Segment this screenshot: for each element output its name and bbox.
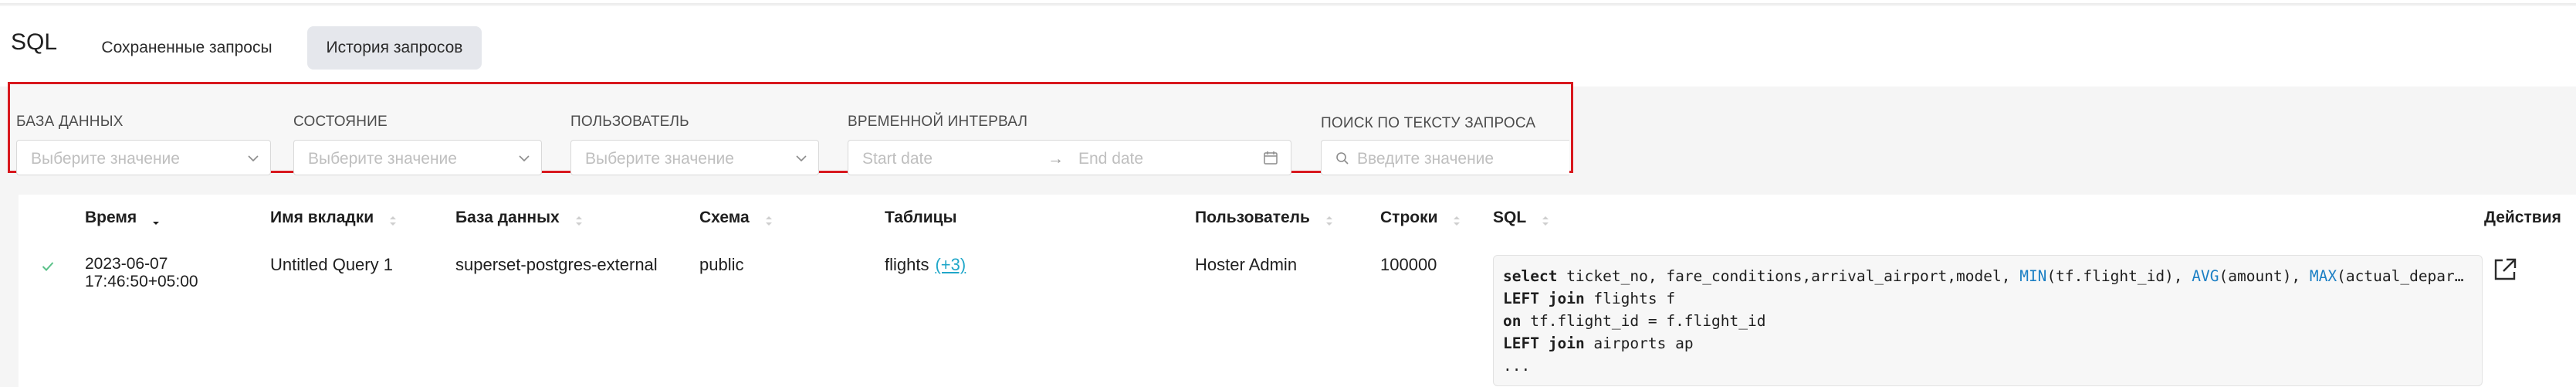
page-title: SQL	[11, 29, 58, 55]
row-time: 2023-06-07 17:46:50+05:00	[85, 255, 198, 290]
sort-icon	[152, 212, 160, 226]
row-table-name: flights	[885, 255, 929, 274]
sort-icon	[765, 212, 773, 226]
sql-preview[interactable]: select ticket_no, fare_conditions,arriva…	[1493, 255, 2483, 386]
tab-query-history[interactable]: История запросов	[307, 26, 482, 70]
row-tab-name: Untitled Query 1	[270, 255, 393, 274]
column-header-actions: Действия	[2484, 209, 2561, 226]
sort-icon	[575, 212, 583, 226]
chevron-down-icon	[518, 152, 530, 163]
more-tables-link[interactable]: (+3)	[935, 255, 966, 274]
chevron-down-icon	[247, 152, 259, 163]
column-header-sql[interactable]: SQL	[1493, 209, 1549, 227]
filter-bar: БАЗА ДАННЫХ Выберите значение СОСТОЯНИЕ …	[8, 82, 1573, 175]
top-strip	[0, 0, 2576, 5]
search-icon	[1335, 151, 1349, 165]
row-clock: 17:46:50+05:00	[85, 273, 198, 290]
column-header-tables: Таблицы	[885, 209, 957, 226]
row-date: 2023-06-07	[85, 255, 168, 273]
state-filter-label: СОСТОЯНИЕ	[293, 114, 388, 130]
sql-line: LEFT join flights f	[1503, 290, 1676, 307]
column-header-user-label: Пользователь	[1195, 209, 1310, 226]
start-date-input[interactable]: Start date	[862, 150, 933, 168]
user-select[interactable]: Выберите значение	[570, 140, 819, 175]
tab-saved-queries[interactable]: Сохраненные запросы	[97, 26, 276, 70]
column-header-user[interactable]: Пользователь	[1195, 209, 1333, 227]
column-header-schema-label: Схема	[699, 209, 750, 226]
page-header: SQL Сохраненные запросы История запросов	[0, 6, 2576, 87]
row-tables: flights (+3)	[885, 255, 966, 275]
column-header-tab-name-label: Имя вкладки	[270, 209, 374, 226]
column-header-tab-name[interactable]: Имя вкладки	[270, 209, 397, 227]
search-input-placeholder: Введите значение	[1357, 150, 1494, 168]
sql-line: on tf.flight_id = f.flight_id	[1503, 312, 1766, 330]
row-rows-count: 100000	[1380, 255, 1437, 274]
sort-icon	[1542, 212, 1549, 226]
calendar-icon	[1263, 150, 1278, 165]
sql-line: ...	[1503, 357, 1531, 375]
check-icon	[42, 261, 54, 276]
column-header-sql-label: SQL	[1493, 209, 1526, 226]
column-header-time-label: Время	[85, 209, 137, 226]
sort-icon	[1453, 212, 1461, 226]
sort-icon	[1325, 212, 1333, 226]
sort-icon	[389, 212, 397, 226]
time-range-picker[interactable]: Start date → End date	[848, 140, 1291, 175]
state-select-placeholder: Выберите значение	[308, 150, 457, 168]
query-history-table: Время Имя вкладки База данных Схема Табл…	[19, 195, 2576, 387]
end-date-input[interactable]: End date	[1078, 150, 1143, 168]
external-link-icon[interactable]	[2492, 256, 2518, 287]
column-header-database-label: База данных	[455, 209, 560, 226]
sql-line: LEFT join airports ap	[1503, 334, 1694, 352]
search-filter-label: ПОИСК ПО ТЕКСТУ ЗАПРОСА	[1321, 115, 1536, 131]
row-database: superset-postgres-external	[455, 255, 658, 274]
row-schema: public	[699, 255, 744, 274]
time-range-filter-label: ВРЕМЕННОЙ ИНТЕРВАЛ	[848, 114, 1028, 130]
sql-line: select ticket_no, fare_conditions,arriva…	[1503, 267, 2473, 285]
column-header-rows-label: Строки	[1380, 209, 1438, 226]
row-user: Hoster Admin	[1195, 255, 1298, 274]
range-arrow: →	[1048, 150, 1064, 168]
column-header-time[interactable]: Время	[85, 209, 160, 227]
search-input[interactable]: Введите значение	[1321, 140, 1569, 175]
column-header-rows[interactable]: Строки	[1380, 209, 1461, 227]
database-select-placeholder: Выберите значение	[31, 150, 180, 168]
user-select-placeholder: Выберите значение	[585, 150, 734, 168]
chevron-down-icon	[795, 152, 807, 163]
column-header-schema[interactable]: Схема	[699, 209, 773, 227]
user-filter-label: ПОЛЬЗОВАТЕЛЬ	[570, 114, 689, 130]
database-filter-label: БАЗА ДАННЫХ	[16, 114, 124, 130]
column-header-database[interactable]: База данных	[455, 209, 583, 227]
state-select[interactable]: Выберите значение	[293, 140, 542, 175]
database-select[interactable]: Выберите значение	[16, 140, 271, 175]
